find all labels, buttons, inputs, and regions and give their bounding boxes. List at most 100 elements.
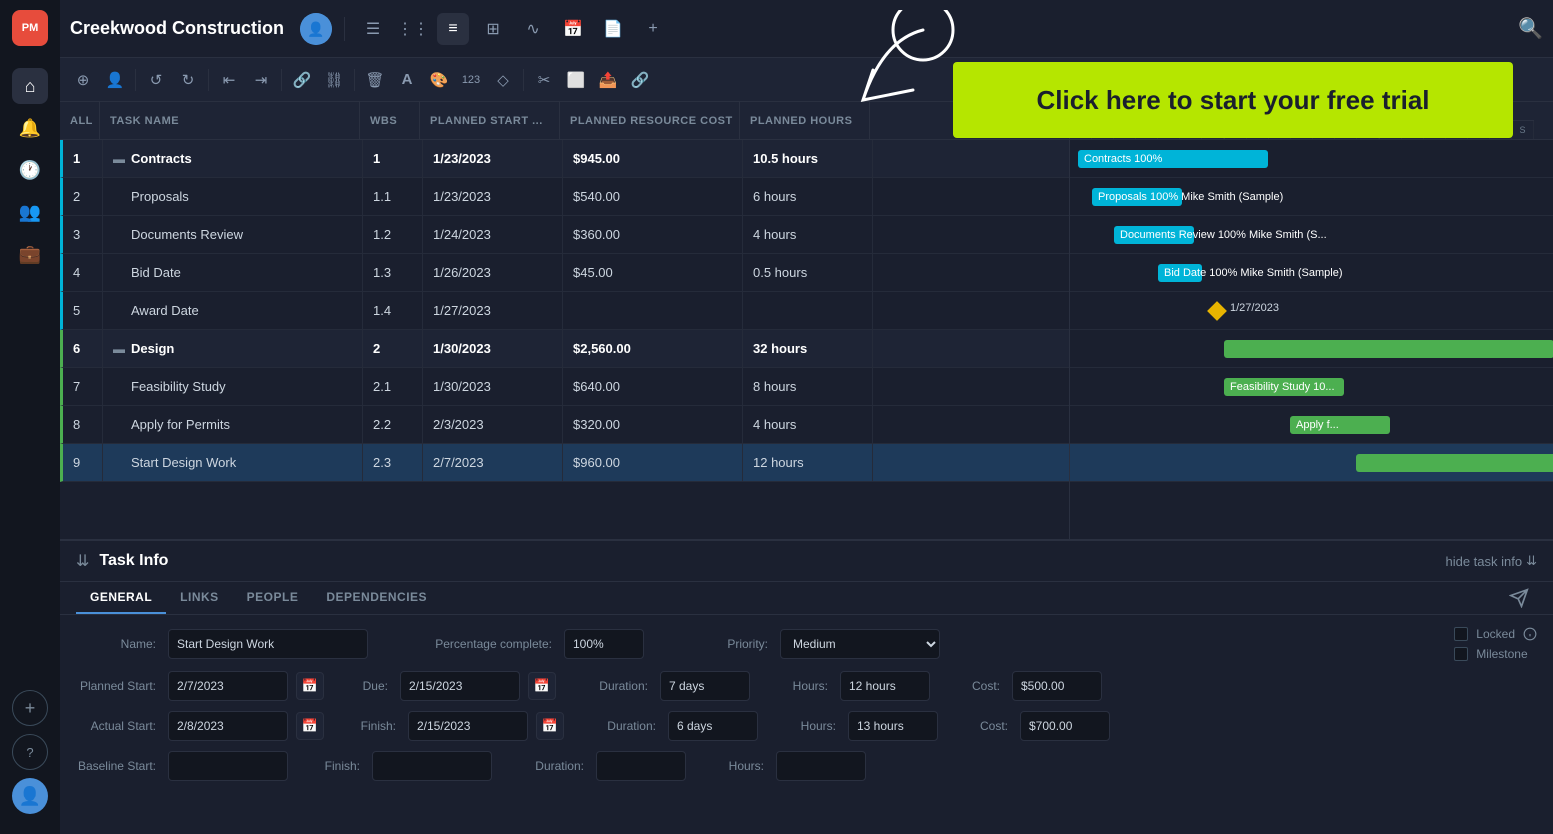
gantt-bar-proposals[interactable]: Proposals 100% Mike Smith (Sample) bbox=[1092, 188, 1182, 206]
table-row[interactable]: 9 Start Design Work 2.3 2/7/2023 $960.00… bbox=[60, 444, 1069, 482]
toolbar-sep-2 bbox=[208, 69, 209, 91]
gantt-bar-permits[interactable]: Apply f... bbox=[1290, 416, 1390, 434]
view-list-btn[interactable]: ☰ bbox=[357, 13, 389, 45]
finish-label: Finish: bbox=[358, 719, 396, 733]
view-doc-btn[interactable]: 📄 bbox=[597, 13, 629, 45]
hours-input[interactable] bbox=[840, 671, 930, 701]
link-button[interactable]: 🔗 bbox=[287, 65, 317, 95]
hours2-label: Hours: bbox=[792, 719, 836, 733]
add-view-btn[interactable]: + bbox=[637, 13, 669, 45]
gantt-bar-contracts[interactable]: Contracts 100% bbox=[1078, 150, 1268, 168]
cost-input[interactable] bbox=[1012, 671, 1102, 701]
bottom-panel: ⇊ Task Info hide task info ⇊ GENERAL LIN… bbox=[60, 539, 1553, 834]
finish-input[interactable] bbox=[408, 711, 528, 741]
row-num: 4 bbox=[63, 254, 103, 291]
outdent-button[interactable]: ⇤ bbox=[214, 65, 244, 95]
project-avatar[interactable]: 👤 bbox=[300, 13, 332, 45]
baseline-finish-label: Finish: bbox=[322, 759, 360, 773]
delete-button[interactable]: 🗑 bbox=[360, 65, 390, 95]
cut-button[interactable]: ✂ bbox=[529, 65, 559, 95]
view-grid-btn[interactable]: ⊞ bbox=[477, 13, 509, 45]
duration-label: Duration: bbox=[590, 679, 648, 693]
free-trial-banner[interactable]: Click here to start your free trial bbox=[953, 62, 1513, 138]
box-button[interactable]: ⬜ bbox=[561, 65, 591, 95]
gantt-bar-design[interactable] bbox=[1224, 340, 1553, 358]
sidebar-item-time[interactable]: 🕐 bbox=[12, 152, 48, 188]
baseline-start-input[interactable] bbox=[168, 751, 288, 781]
duration3-label: Duration: bbox=[526, 759, 584, 773]
undo-button[interactable]: ↺ bbox=[141, 65, 171, 95]
pct-complete-input[interactable] bbox=[564, 629, 644, 659]
due-input[interactable] bbox=[400, 671, 520, 701]
locked-label: Locked bbox=[1476, 627, 1515, 641]
help-button[interactable]: ? bbox=[12, 734, 48, 770]
number-button[interactable]: 123 bbox=[456, 65, 486, 95]
gantt-bar-feasibility[interactable]: Feasibility Study 10... bbox=[1224, 378, 1344, 396]
hide-task-info-button[interactable]: hide task info ⇊ bbox=[1445, 553, 1537, 569]
grid-header: ALL TASK NAME WBS PLANNED START ... PLAN… bbox=[60, 102, 1069, 140]
gantt-bar-docs[interactable]: Documents Review 100% Mike Smith (S... bbox=[1114, 226, 1194, 244]
add-task-button[interactable]: ⊕ bbox=[68, 65, 98, 95]
search-button[interactable]: 🔍 bbox=[1518, 16, 1543, 41]
cost2-input[interactable] bbox=[1020, 711, 1110, 741]
indent-button[interactable]: ⇥ bbox=[246, 65, 276, 95]
tab-dependencies[interactable]: DEPENDENCIES bbox=[312, 582, 441, 614]
gantt-bar-bid[interactable]: Bid Date 100% Mike Smith (Sample) bbox=[1158, 264, 1202, 282]
gantt-bar-label: Apply f... bbox=[1296, 419, 1339, 431]
row-task-name: Start Design Work bbox=[103, 444, 363, 481]
redo-button[interactable]: ↻ bbox=[173, 65, 203, 95]
export-button[interactable]: 📤 bbox=[593, 65, 623, 95]
toolbar-sep-4 bbox=[354, 69, 355, 91]
planned-start-calendar-btn[interactable]: 📅 bbox=[296, 672, 324, 700]
view-bars-btn[interactable]: ⋮⋮ bbox=[397, 13, 429, 45]
view-gantt-btn[interactable]: ≡ bbox=[437, 13, 469, 45]
table-row[interactable]: 3 Documents Review 1.2 1/24/2023 $360.00… bbox=[60, 216, 1069, 254]
name-input[interactable] bbox=[168, 629, 368, 659]
finish-calendar-btn[interactable]: 📅 bbox=[536, 712, 564, 740]
table-row[interactable]: 6 ▬ Design 2 1/30/2023 $2,560.00 32 hour… bbox=[60, 330, 1069, 368]
milestone-checkbox[interactable] bbox=[1454, 647, 1468, 661]
priority-select[interactable]: Medium Low High Critical bbox=[780, 629, 940, 659]
table-row[interactable]: 1 ▬ Contracts 1 1/23/2023 $945.00 10.5 h… bbox=[60, 140, 1069, 178]
duration3-input[interactable] bbox=[596, 751, 686, 781]
tab-people[interactable]: PEOPLE bbox=[233, 582, 313, 614]
sidebar-item-home[interactable]: ⌂ bbox=[12, 68, 48, 104]
hours3-input[interactable] bbox=[776, 751, 866, 781]
task-tabs: GENERAL LINKS PEOPLE DEPENDENCIES bbox=[60, 582, 1553, 615]
milestone-button[interactable]: ◇ bbox=[488, 65, 518, 95]
tab-links[interactable]: LINKS bbox=[166, 582, 233, 614]
table-row[interactable]: 2 Proposals 1.1 1/23/2023 $540.00 6 hour… bbox=[60, 178, 1069, 216]
gantt-row: Proposals 100% Mike Smith (Sample) bbox=[1070, 178, 1553, 216]
sidebar-item-people[interactable]: 👥 bbox=[12, 194, 48, 230]
name-label: Name: bbox=[76, 637, 156, 651]
table-row[interactable]: 4 Bid Date 1.3 1/26/2023 $45.00 0.5 hour… bbox=[60, 254, 1069, 292]
tab-general[interactable]: GENERAL bbox=[76, 582, 166, 614]
baseline-finish-input[interactable] bbox=[372, 751, 492, 781]
font-button[interactable]: A bbox=[392, 65, 422, 95]
unlink-button[interactable]: ⛓ bbox=[319, 65, 349, 95]
duration2-input[interactable] bbox=[668, 711, 758, 741]
table-row[interactable]: 7 Feasibility Study 2.1 1/30/2023 $640.0… bbox=[60, 368, 1069, 406]
user-avatar[interactable]: 👤 bbox=[12, 778, 48, 814]
sidebar-item-notifications[interactable]: 🔔 bbox=[12, 110, 48, 146]
view-timeline-btn[interactable]: ∿ bbox=[517, 13, 549, 45]
pm-logo[interactable]: PM bbox=[12, 10, 48, 46]
table-row[interactable]: 5 Award Date 1.4 1/27/2023 bbox=[60, 292, 1069, 330]
sidebar-item-projects[interactable]: 💼 bbox=[12, 236, 48, 272]
table-row[interactable]: 8 Apply for Permits 2.2 2/3/2023 $320.00… bbox=[60, 406, 1069, 444]
link2-button[interactable]: 🔗 bbox=[625, 65, 655, 95]
due-calendar-btn[interactable]: 📅 bbox=[528, 672, 556, 700]
gantt-bar-start-design[interactable] bbox=[1356, 454, 1553, 472]
actual-start-input[interactable] bbox=[168, 711, 288, 741]
view-calendar-btn[interactable]: 📅 bbox=[557, 13, 589, 45]
collapse-icon[interactable]: ⇊ bbox=[76, 551, 89, 571]
add-workspace-button[interactable]: + bbox=[12, 690, 48, 726]
add-person-button[interactable]: 👤 bbox=[100, 65, 130, 95]
locked-checkbox[interactable] bbox=[1454, 627, 1468, 641]
hours2-input[interactable] bbox=[848, 711, 938, 741]
row-start: 2/7/2023 bbox=[423, 444, 563, 481]
color-button[interactable]: 🎨 bbox=[424, 65, 454, 95]
actual-start-calendar-btn[interactable]: 📅 bbox=[296, 712, 324, 740]
duration-input[interactable] bbox=[660, 671, 750, 701]
planned-start-input[interactable] bbox=[168, 671, 288, 701]
